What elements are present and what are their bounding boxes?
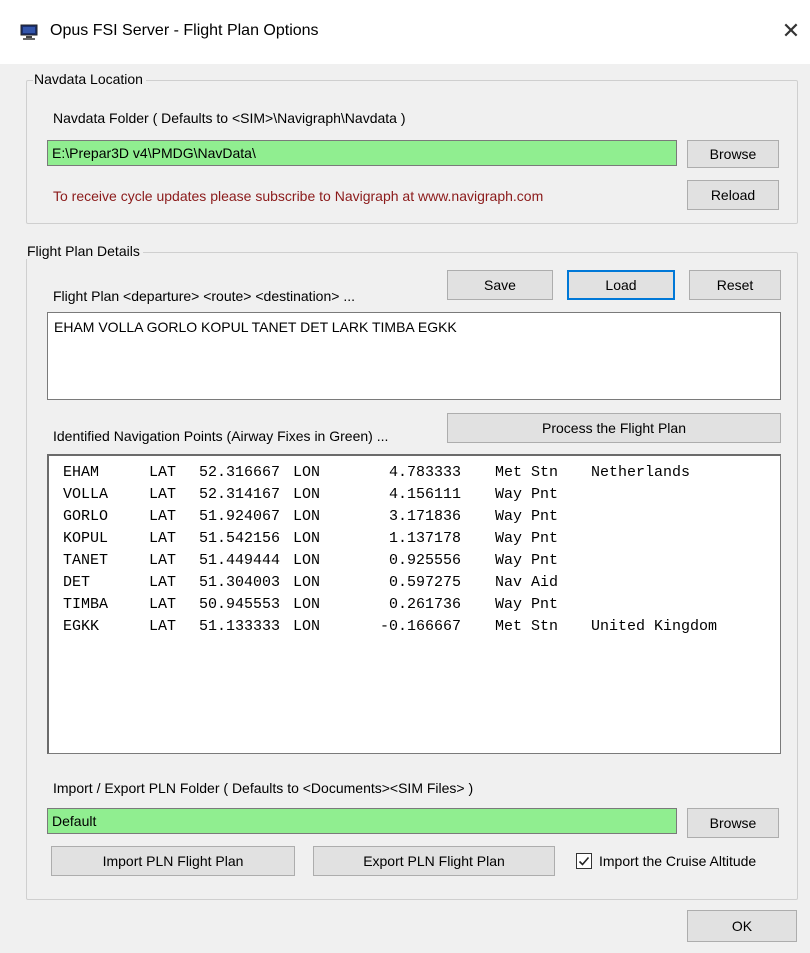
nav-point-lat-tag: LAT xyxy=(149,552,177,569)
nav-point-lat-tag: LAT xyxy=(149,574,177,591)
nav-point-lon: 4.783333 xyxy=(388,464,461,481)
nav-point-lon-tag: LON xyxy=(293,574,321,591)
nav-point-type: Way Pnt xyxy=(495,552,559,569)
nav-point-row[interactable]: TANET LAT 51.449444 LON 0.925556 Way Pnt xyxy=(49,552,769,573)
nav-point-type: Met Stn xyxy=(495,464,559,481)
nav-point-row[interactable]: DET LAT 51.304003 LON 0.597275 Nav Aid xyxy=(49,574,769,595)
nav-point-lat: 52.316667 xyxy=(199,464,281,481)
checkmark-icon xyxy=(578,856,590,866)
nav-point-lat: 50.945553 xyxy=(199,596,281,613)
save-button[interactable]: Save xyxy=(447,270,553,300)
nav-point-id: GORLO xyxy=(63,508,109,525)
navdata-group-label: Navdata Location xyxy=(33,71,146,87)
nav-point-lat-tag: LAT xyxy=(149,464,177,481)
nav-point-lat: 52.314167 xyxy=(199,486,281,503)
nav-point-lat: 51.304003 xyxy=(199,574,281,591)
export-pln-button[interactable]: Export PLN Flight Plan xyxy=(313,846,555,876)
nav-point-type: Way Pnt xyxy=(495,596,559,613)
pln-browse-button[interactable]: Browse xyxy=(687,808,779,838)
close-icon[interactable]: ✕ xyxy=(776,16,806,46)
flight-plan-text: EHAM VOLLA GORLO KOPUL TANET DET LARK TI… xyxy=(54,319,457,335)
nav-point-type: Way Pnt xyxy=(495,508,559,525)
nav-point-lat-tag: LAT xyxy=(149,596,177,613)
process-flight-plan-button[interactable]: Process the Flight Plan xyxy=(447,413,781,443)
ok-button[interactable]: OK xyxy=(687,910,797,942)
nav-point-lon-tag: LON xyxy=(293,618,321,635)
nav-point-lon: 4.156111 xyxy=(388,486,461,503)
reload-button[interactable]: Reload xyxy=(687,180,779,210)
subscribe-note: To receive cycle updates please subscrib… xyxy=(53,188,544,204)
cruise-altitude-checkbox[interactable] xyxy=(576,853,592,869)
nav-point-row[interactable]: KOPUL LAT 51.542156 LON 1.137178 Way Pnt xyxy=(49,530,769,551)
navdata-folder-label: Navdata Folder ( Defaults to <SIM>\Navig… xyxy=(53,110,406,126)
nav-point-lon-tag: LON xyxy=(293,464,321,481)
nav-point-lat-tag: LAT xyxy=(149,508,177,525)
nav-points-list[interactable]: EHAM LAT 52.316667 LON 4.783333 Met Stn Nether… xyxy=(47,454,781,754)
nav-point-lat-tag: LAT xyxy=(149,530,177,547)
nav-point-lon-tag: LON xyxy=(293,596,321,613)
nav-point-lat: 51.924067 xyxy=(199,508,281,525)
nav-point-lon-tag: LON xyxy=(293,552,321,569)
flight-plan-label: Flight Plan <departure> <route> <destina… xyxy=(53,288,355,304)
nav-point-lon: -0.166667 xyxy=(379,618,461,635)
nav-point-type: Met Stn xyxy=(495,618,559,635)
nav-point-row[interactable]: TIMBA LAT 50.945553 LON 0.261736 Way Pnt xyxy=(49,596,769,617)
pln-folder-label: Import / Export PLN Folder ( Defaults to… xyxy=(53,780,474,796)
nav-point-country: United Kingdom xyxy=(591,618,718,635)
nav-point-lon: 0.597275 xyxy=(388,574,461,591)
load-button[interactable]: Load xyxy=(567,270,675,300)
nav-point-lon-tag: LON xyxy=(293,486,321,503)
nav-point-lat-tag: LAT xyxy=(149,486,177,503)
nav-point-id: KOPUL xyxy=(63,530,109,547)
flight-plan-textarea[interactable]: EHAM VOLLA GORLO KOPUL TANET DET LARK TI… xyxy=(47,312,781,400)
nav-point-type: Way Pnt xyxy=(495,486,559,503)
nav-points-label: Identified Navigation Points (Airway Fix… xyxy=(53,428,389,444)
nav-point-id: DET xyxy=(63,574,91,591)
nav-point-lon: 0.261736 xyxy=(388,596,461,613)
nav-point-id: VOLLA xyxy=(63,486,109,503)
navdata-folder-input[interactable]: E:\Prepar3D v4\PMDG\NavData\ xyxy=(47,140,677,166)
nav-point-lon: 3.171836 xyxy=(388,508,461,525)
import-pln-button[interactable]: Import PLN Flight Plan xyxy=(51,846,295,876)
nav-point-row[interactable]: GORLO LAT 51.924067 LON 3.171836 Way Pnt xyxy=(49,508,769,529)
nav-point-id: EGKK xyxy=(63,618,100,635)
nav-point-id: EHAM xyxy=(63,464,100,481)
window-title: Opus FSI Server - Flight Plan Options xyxy=(50,22,319,39)
nav-point-lon: 0.925556 xyxy=(388,552,461,569)
nav-point-country: Netherlands xyxy=(591,464,691,481)
nav-point-lon-tag: LON xyxy=(293,530,321,547)
nav-point-lat: 51.542156 xyxy=(199,530,281,547)
pln-folder-input[interactable]: Default xyxy=(47,808,677,834)
nav-point-type: Nav Aid xyxy=(495,574,559,591)
nav-point-id: TIMBA xyxy=(63,596,109,613)
nav-point-row[interactable]: VOLLA LAT 52.314167 LON 4.156111 Way Pnt xyxy=(49,486,769,507)
nav-point-lat: 51.449444 xyxy=(199,552,281,569)
cruise-altitude-label[interactable]: Import the Cruise Altitude xyxy=(599,853,756,869)
nav-point-lon-tag: LON xyxy=(293,508,321,525)
nav-point-row[interactable]: EHAM LAT 52.316667 LON 4.783333 Met Stn Nether… xyxy=(49,464,769,485)
flightplan-group-label: Flight Plan Details xyxy=(26,243,143,259)
navdata-browse-button[interactable]: Browse xyxy=(687,140,779,168)
reset-button[interactable]: Reset xyxy=(689,270,781,300)
app-monitor-icon xyxy=(20,24,38,40)
nav-point-lon: 1.137178 xyxy=(388,530,461,547)
nav-point-lat: 51.133333 xyxy=(199,618,281,635)
nav-point-row[interactable]: EGKK LAT 51.133333 LON -0.166667 Met Stn Unite… xyxy=(49,618,769,639)
nav-point-type: Way Pnt xyxy=(495,530,559,547)
nav-point-lat-tag: LAT xyxy=(149,618,177,635)
nav-point-id: TANET xyxy=(63,552,109,569)
